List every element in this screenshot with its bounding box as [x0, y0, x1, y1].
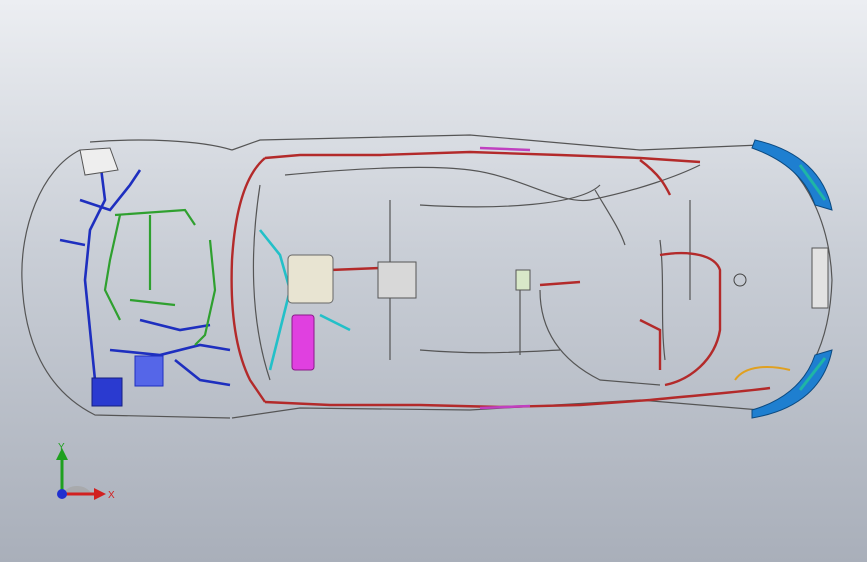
ground-point	[733, 273, 747, 287]
rear-lamp-left	[751, 139, 833, 211]
x-arrowhead-icon	[94, 488, 106, 500]
door-harness-top	[479, 146, 531, 152]
rear-bumper-connector	[811, 247, 829, 309]
z-axis-dot	[57, 489, 67, 499]
yellow-lead	[734, 366, 791, 381]
wiring-harness-model[interactable]	[0, 0, 867, 562]
x-axis-label: X	[108, 490, 115, 501]
battery-connector	[91, 377, 123, 407]
coordinate-triad: Y X	[56, 442, 115, 501]
graphics-viewport[interactable]: Y X	[0, 0, 867, 562]
body-control-module	[377, 261, 417, 299]
rear-lamp-right	[751, 349, 833, 419]
y-axis-label: Y	[58, 442, 65, 453]
headlamp-connector	[79, 147, 119, 176]
hvac-unit	[287, 254, 334, 304]
fuse-box	[134, 355, 164, 387]
ecu-module	[291, 314, 315, 371]
rear-connector	[515, 269, 531, 291]
